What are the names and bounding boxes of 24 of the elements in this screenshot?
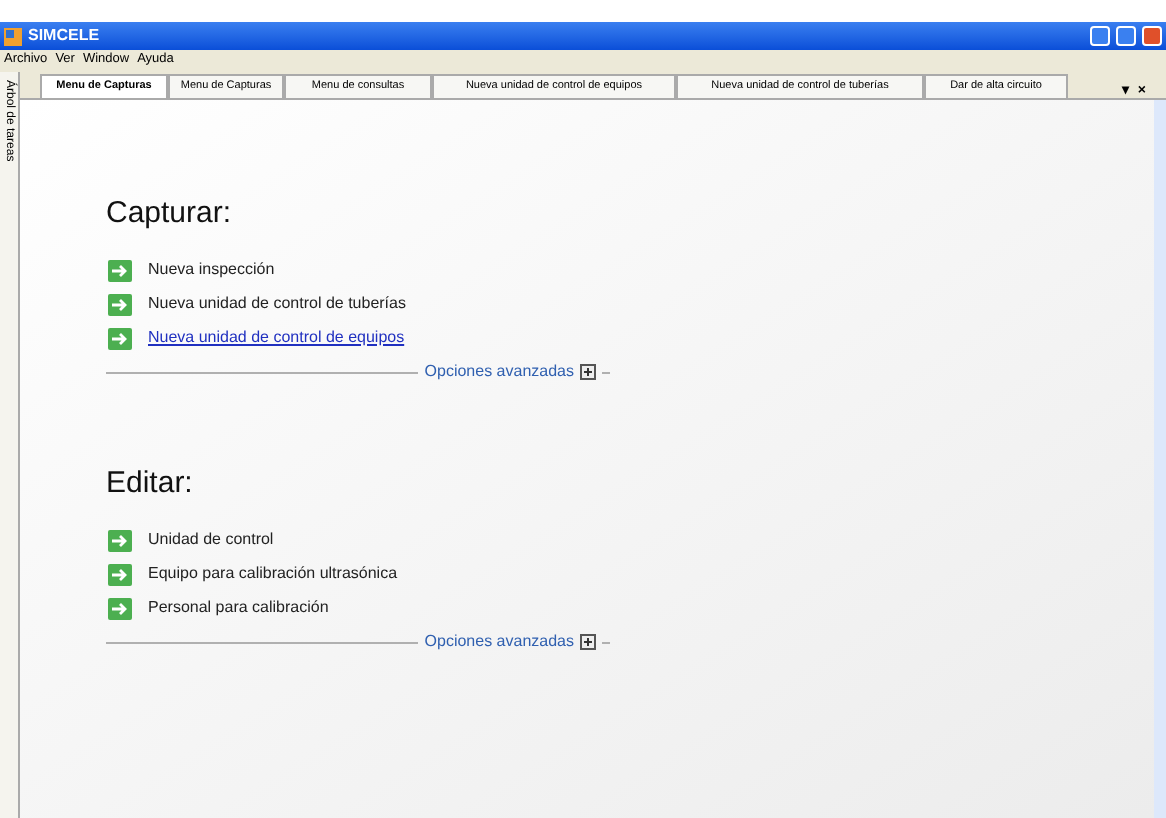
arrow-icon: [108, 327, 132, 349]
arrow-icon: [108, 529, 132, 551]
scrollbar[interactable]: [1154, 100, 1166, 818]
advanced-options-link[interactable]: Opciones avanzadas: [424, 364, 574, 380]
close-button[interactable]: [1142, 26, 1162, 46]
expand-icon[interactable]: [580, 364, 596, 380]
advanced-options-link[interactable]: Opciones avanzadas: [424, 634, 574, 650]
task-link[interactable]: Unidad de control: [148, 532, 274, 548]
task-link[interactable]: Nueva unidad de control de equipos: [148, 330, 405, 346]
window-title: SIMCELE: [28, 24, 100, 48]
section-title: Capturar:: [106, 198, 234, 228]
maximize-button[interactable]: [1116, 26, 1136, 46]
expand-icon[interactable]: [580, 634, 596, 650]
section-title: Editar:: [106, 468, 195, 498]
arrow-icon: [108, 259, 132, 281]
app-icon: [4, 27, 22, 45]
task-link[interactable]: Nueva inspección: [148, 262, 275, 278]
arrow-icon: [108, 597, 132, 619]
arrow-icon: [108, 293, 132, 315]
arrow-icon: [108, 563, 132, 585]
task-link[interactable]: Personal para calibración: [148, 600, 329, 616]
task-link[interactable]: Equipo para calibración ultrasónica: [148, 566, 398, 582]
minimize-button[interactable]: [1090, 26, 1110, 46]
task-link[interactable]: Nueva unidad de control de tuberías: [148, 296, 406, 312]
